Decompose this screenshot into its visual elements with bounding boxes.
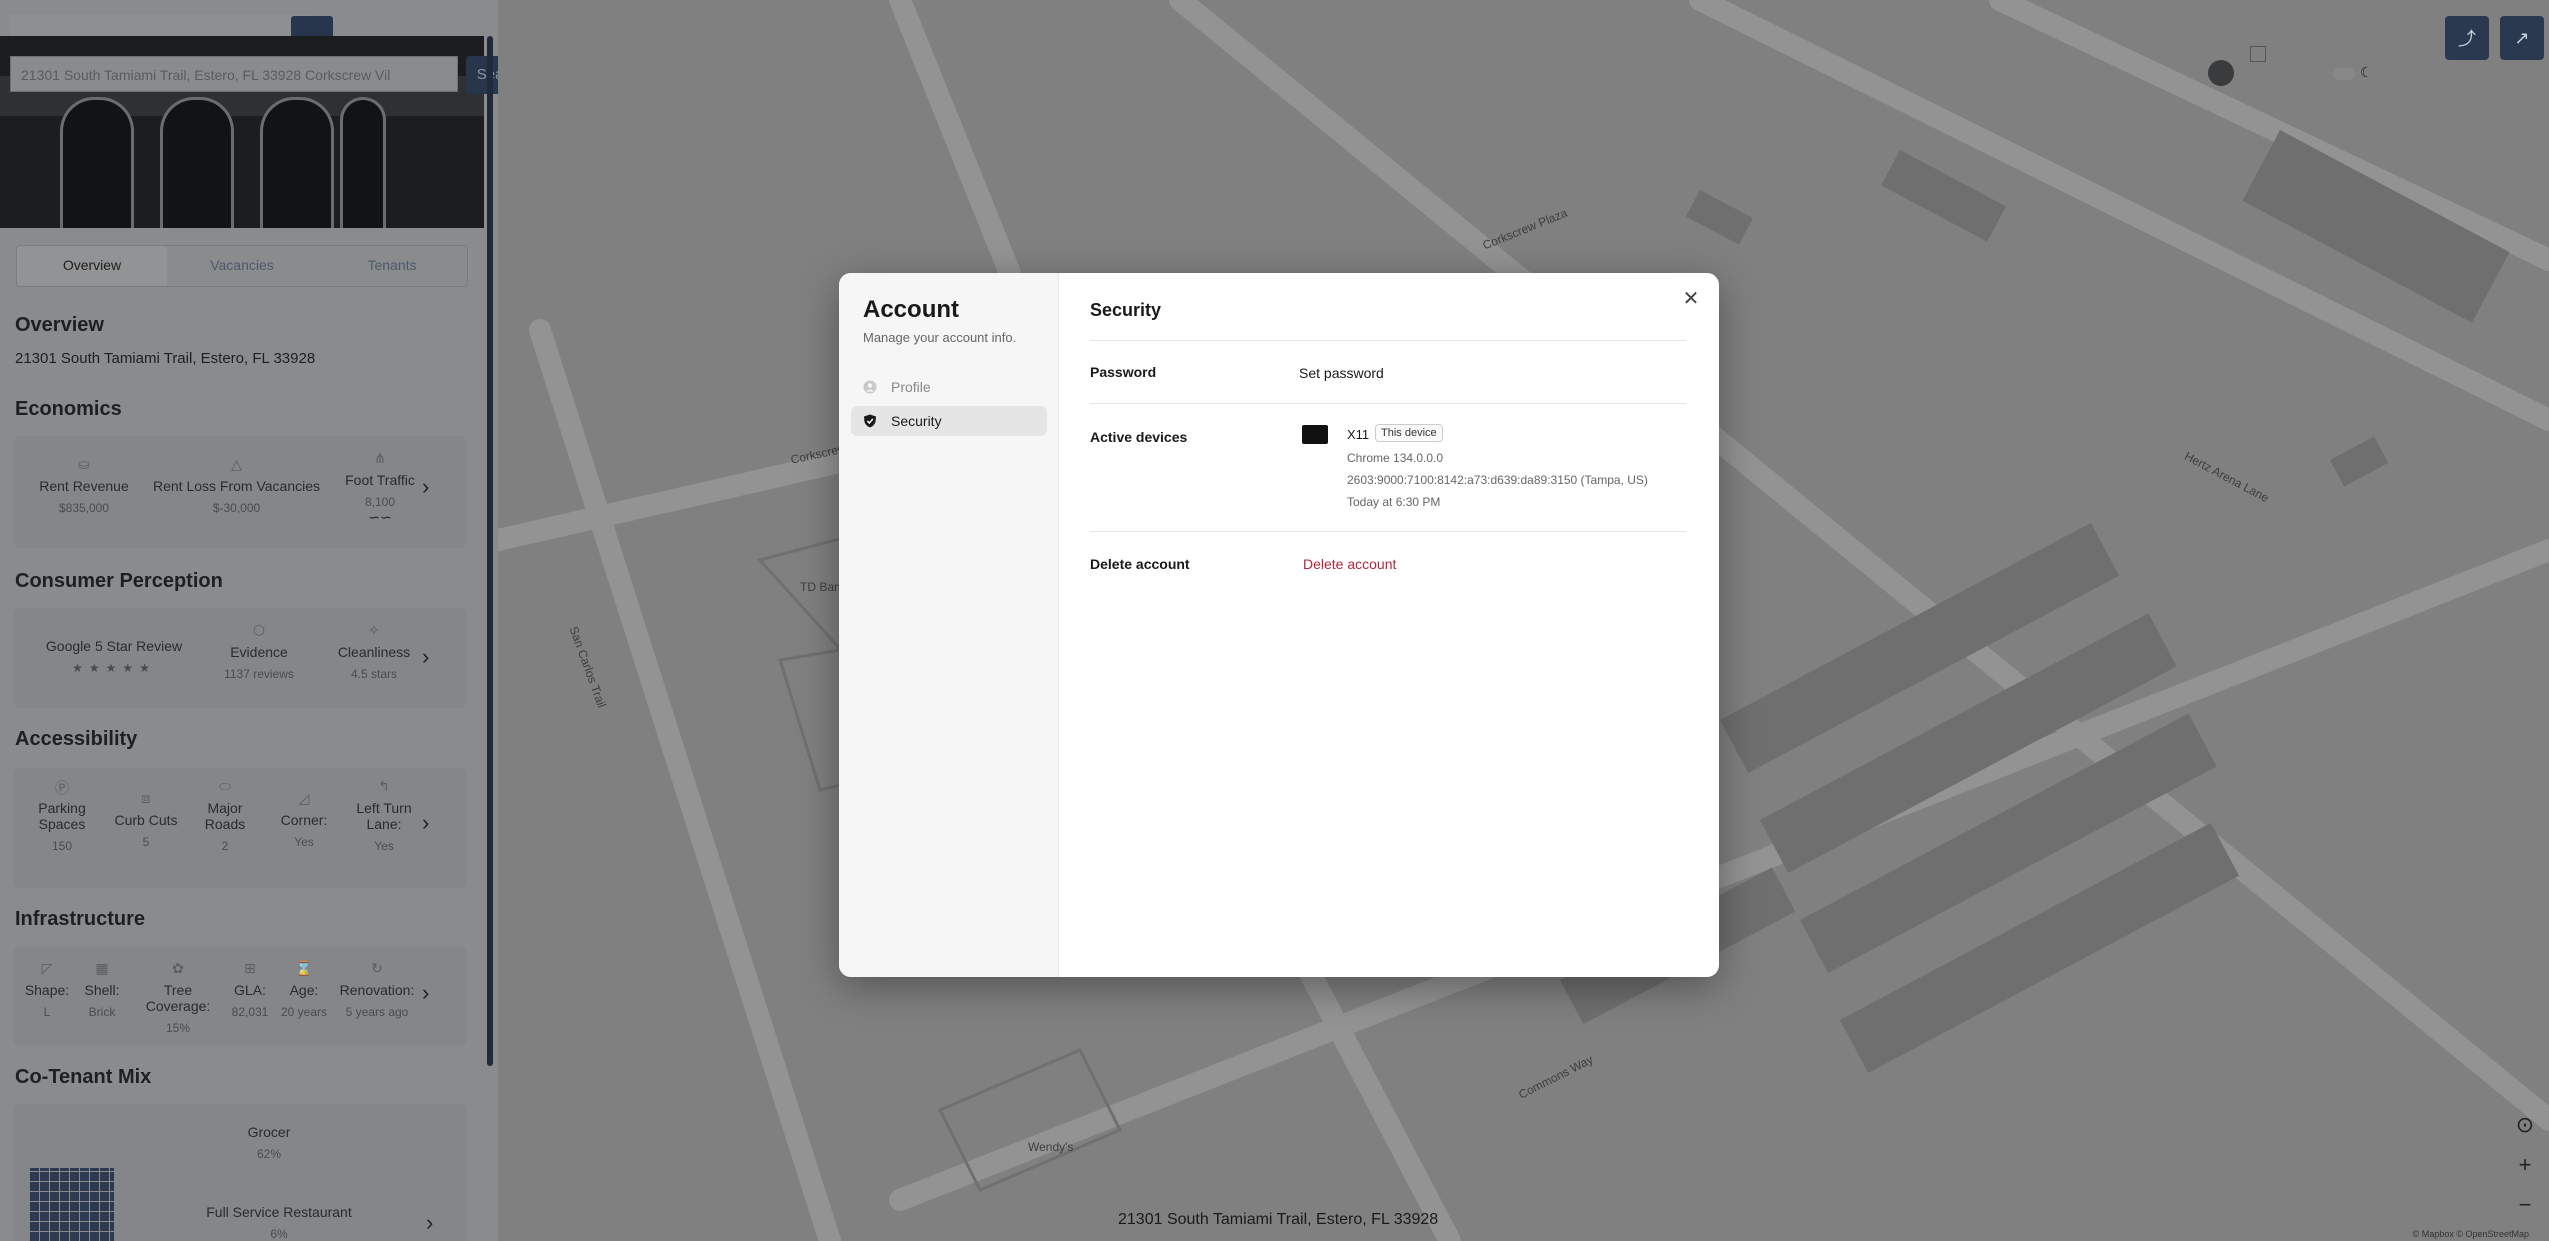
nav-security[interactable]: Security (851, 406, 1047, 436)
delete-account-button[interactable]: Delete account (1303, 556, 1396, 572)
device-icon (1302, 425, 1328, 444)
divider (1090, 340, 1686, 341)
close-icon[interactable]: ✕ (1679, 287, 1703, 311)
user-circle-icon (863, 380, 877, 394)
delete-account-label: Delete account (1090, 556, 1190, 572)
security-panel: Security Password Set password Active de… (1090, 273, 1719, 977)
account-subtitle: Manage your account info. (863, 330, 1017, 345)
security-title: Security (1090, 300, 1162, 320)
active-devices-label: Active devices (1090, 429, 1188, 445)
device-last-active: Today at 6:30 PM (1347, 495, 1441, 509)
this-device-badge: This device (1375, 424, 1443, 442)
nav-profile[interactable]: Profile (851, 372, 1047, 402)
set-password-button[interactable]: Set password (1299, 365, 1384, 381)
account-modal: Account Manage your account info. Profil… (839, 273, 1719, 977)
shield-icon (863, 414, 877, 428)
account-sidebar: Account Manage your account info. Profil… (839, 273, 1059, 977)
password-label: Password (1090, 364, 1157, 380)
divider (1090, 403, 1686, 404)
divider (1090, 531, 1686, 532)
account-title: Account (863, 296, 959, 323)
device-name: X11 (1347, 427, 1370, 442)
device-ip-location: 2603:9000:7100:8142:a73:d639:da89:3150 (… (1347, 473, 1648, 487)
device-browser: Chrome 134.0.0.0 (1347, 451, 1444, 465)
